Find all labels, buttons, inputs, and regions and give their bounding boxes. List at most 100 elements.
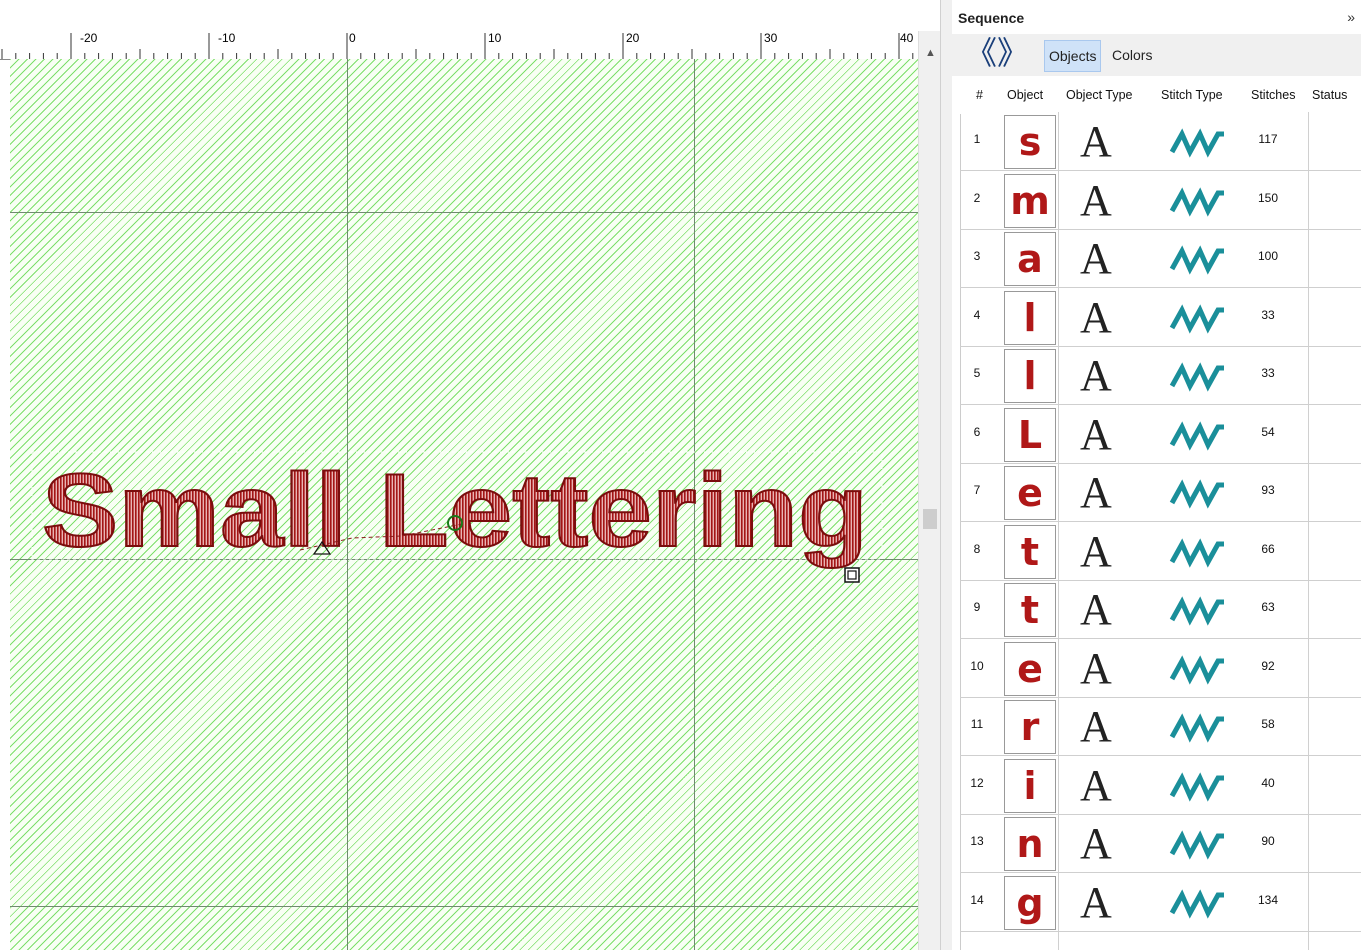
stitch-count: 40 xyxy=(1261,775,1275,790)
stitch-count: 90 xyxy=(1261,834,1275,848)
panel-title: Sequence xyxy=(958,10,1025,26)
horizontal-ruler: -20 -10 0 10 20 30 40 xyxy=(0,31,918,60)
object-thumbnail[interactable]: m xyxy=(1004,173,1056,228)
row-number: 9 xyxy=(973,600,981,614)
lettering-object-type-icon: A xyxy=(1080,526,1112,576)
lettering-object-type-icon: A xyxy=(1080,877,1112,927)
ruler-label: 0 xyxy=(349,31,356,45)
table-row[interactable]: 11 r A 58 xyxy=(960,697,1361,756)
stitch-count: 58 xyxy=(1261,717,1275,731)
row-number: 5 xyxy=(973,366,981,380)
table-row[interactable]: 5 l A 33 xyxy=(960,346,1361,405)
row-number: 4 xyxy=(973,307,981,322)
lettering-object-type-icon: A xyxy=(1080,409,1112,459)
row-number: 14 xyxy=(970,892,984,907)
lettering-object-type-icon: A xyxy=(1080,175,1112,225)
satin-stitch-type-icon xyxy=(1169,245,1224,275)
row-number: 3 xyxy=(973,249,981,263)
object-thumbnail[interactable]: g xyxy=(1004,875,1056,930)
tab-colors[interactable]: Colors xyxy=(1108,40,1156,70)
object-thumbnail[interactable]: t xyxy=(1004,524,1056,579)
lettering-object-type-icon: A xyxy=(1080,643,1112,693)
grid-line xyxy=(10,212,918,213)
satin-stitch-type-icon xyxy=(1169,303,1224,334)
stitch-count: 134 xyxy=(1257,892,1279,907)
satin-stitch-type-icon xyxy=(1169,713,1224,743)
table-row[interactable]: 8 t A 66 xyxy=(960,522,1361,581)
stitch-count: 54 xyxy=(1261,424,1275,439)
table-row[interactable]: 4 l A 33 xyxy=(960,288,1361,347)
scrollbar-thumb[interactable] xyxy=(923,509,937,529)
stitch-count: 92 xyxy=(1261,658,1275,673)
lettering-object-type-icon: A xyxy=(1080,234,1112,283)
object-thumbnail[interactable]: a xyxy=(1004,232,1056,286)
lettering-object-type-icon: A xyxy=(1080,468,1112,517)
object-thumbnail[interactable]: e xyxy=(1004,641,1056,696)
ruler-label: 40 xyxy=(900,31,914,45)
satin-stitch-type-icon xyxy=(1169,654,1224,685)
satin-stitch-type-icon xyxy=(1169,596,1224,626)
table-row[interactable]: 7 e A 93 xyxy=(960,463,1361,522)
design-canvas[interactable]: -20 -10 0 10 20 30 40 Small Lettering ▲ xyxy=(0,0,940,950)
object-thumbnail[interactable]: r xyxy=(1004,700,1056,754)
lettering-object-type-icon: A xyxy=(1080,760,1112,810)
stitch-count: 100 xyxy=(1257,249,1279,263)
grid-line xyxy=(10,906,918,907)
move-forward-button[interactable]: 》 xyxy=(996,37,1030,72)
object-thumbnail[interactable]: s xyxy=(1004,115,1056,169)
table-row[interactable]: 2 m A 150 xyxy=(960,171,1361,230)
object-thumbnail[interactable]: e xyxy=(1004,466,1056,520)
stitch-count: 93 xyxy=(1261,483,1275,497)
table-row[interactable]: 10 e A 92 xyxy=(960,639,1361,698)
column-header-object-type: Object Type xyxy=(1066,88,1133,102)
expand-icon[interactable]: » xyxy=(1347,9,1355,25)
satin-stitch-type-icon xyxy=(1169,830,1224,860)
row-number: 12 xyxy=(970,775,984,790)
object-thumbnail[interactable]: n xyxy=(1004,817,1056,871)
object-thumbnail[interactable]: i xyxy=(1004,758,1056,813)
column-header-status: Status xyxy=(1312,88,1348,102)
table-row[interactable]: 6 L A 54 xyxy=(960,405,1361,464)
satin-stitch-type-icon xyxy=(1169,186,1224,217)
tab-objects[interactable]: Objects xyxy=(1044,40,1102,72)
lettering-object-type-icon: A xyxy=(1080,117,1112,166)
table-row[interactable]: 12 i A 40 xyxy=(960,756,1361,815)
table-row[interactable]: 3 a A 100 xyxy=(960,229,1361,288)
move-back-button[interactable]: 《 xyxy=(964,37,998,72)
ruler-label: -10 xyxy=(218,31,236,45)
stitch-count: 33 xyxy=(1261,366,1275,380)
table-row[interactable]: 9 t A 63 xyxy=(960,580,1361,639)
row-number: 2 xyxy=(973,190,981,205)
table-header: # Object Object Type Stitch Type Stitche… xyxy=(952,82,1361,110)
stitch-count: 63 xyxy=(1261,600,1275,614)
lettering-object-type-icon: A xyxy=(1080,292,1112,342)
ruler-label: 10 xyxy=(488,31,502,45)
satin-stitch-type-icon xyxy=(1169,420,1224,451)
satin-stitch-type-icon xyxy=(1169,362,1224,392)
satin-stitch-type-icon xyxy=(1169,479,1224,509)
row-number: 11 xyxy=(970,717,984,731)
object-thumbnail[interactable]: l xyxy=(1004,290,1056,345)
table-row[interactable]: 13 n A 90 xyxy=(960,814,1361,873)
row-number: 1 xyxy=(973,132,981,146)
satin-stitch-type-icon xyxy=(1169,888,1224,919)
object-thumbnail[interactable]: t xyxy=(1004,583,1056,637)
table-row[interactable]: 1 s A 117 xyxy=(960,112,1361,171)
embroidered-lettering[interactable]: Small Lettering xyxy=(31,451,883,583)
ruler-label: 20 xyxy=(626,31,640,45)
object-thumbnail[interactable]: l xyxy=(1004,349,1056,403)
object-thumbnail[interactable]: L xyxy=(1004,407,1056,462)
vertical-scrollbar[interactable]: ▲ xyxy=(918,31,940,950)
lettering-text[interactable]: Small Lettering xyxy=(41,452,869,570)
handle-icon[interactable] xyxy=(844,567,860,583)
row-number: 8 xyxy=(973,541,981,556)
sequence-toolbar: 《 》 Objects Colors xyxy=(952,34,1361,76)
stitch-count: 33 xyxy=(1261,307,1275,322)
table-row[interactable]: 14 g A 134 xyxy=(960,873,1361,932)
ruler-label: -20 xyxy=(80,31,98,45)
column-header-object: Object xyxy=(1007,88,1044,102)
scroll-up-icon[interactable]: ▲ xyxy=(925,47,936,59)
lettering-object-type-icon: A xyxy=(1080,351,1112,400)
row-number: 13 xyxy=(970,834,984,848)
column-header-stitch-type: Stitch Type xyxy=(1161,88,1223,102)
